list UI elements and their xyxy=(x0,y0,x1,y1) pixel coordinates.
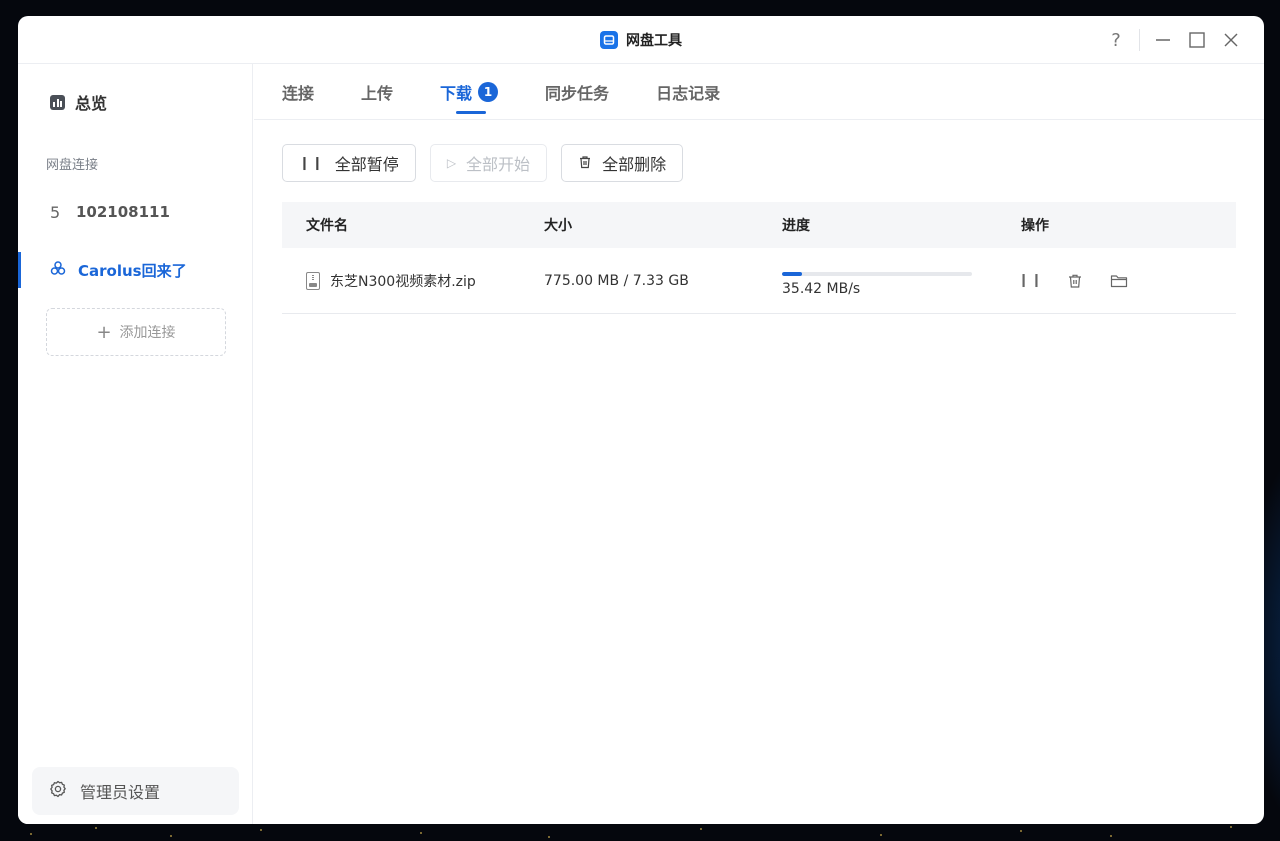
close-button[interactable] xyxy=(1214,23,1248,57)
trash-icon xyxy=(578,154,592,173)
sidebar-item-connection-active[interactable]: Carolus回来了 xyxy=(18,252,253,288)
download-count-badge: 1 xyxy=(478,81,499,102)
admin-settings-label: 管理员设置 xyxy=(80,783,161,802)
maximize-icon xyxy=(1189,32,1205,48)
table-header: 文件名 大小 进度 操作 xyxy=(282,202,1236,248)
gear-icon xyxy=(48,779,68,803)
tab-bar: 连接 上传 下载 1 同步任务 日志记录 xyxy=(254,64,1264,120)
controls-divider xyxy=(1139,29,1140,51)
app-window: 网盘工具 ? 总览 网盘连接 5 102108111 Carolus回来了 + … xyxy=(18,16,1264,824)
cloud-link-icon xyxy=(50,260,66,280)
delete-all-button[interactable]: 全部删除 xyxy=(561,144,684,182)
close-icon xyxy=(1224,33,1238,47)
add-connection-button[interactable]: + 添加连接 xyxy=(46,308,226,356)
add-connection-label: 添加连接 xyxy=(119,325,176,341)
tab-download[interactable]: 下载 1 xyxy=(440,64,499,120)
pause-icon: ❙❙ xyxy=(299,155,325,171)
zip-file-icon xyxy=(306,271,320,290)
delete-all-label: 全部删除 xyxy=(602,155,667,174)
folder-icon xyxy=(1110,274,1128,287)
sidebar-item-connection[interactable]: 5 102108111 xyxy=(18,194,253,230)
tab-logs[interactable]: 日志记录 xyxy=(656,64,720,120)
pause-icon: ❙❙ xyxy=(1018,273,1044,288)
actions-cell: ❙❙ xyxy=(997,271,1236,291)
number-5-icon: 5 xyxy=(50,202,61,222)
tab-label: 日志记录 xyxy=(656,83,721,103)
download-speed: 35.42 MB/s xyxy=(782,281,861,297)
table-row: 东芝N300视频素材.zip 775.00 MB / 7.33 GB 35.42… xyxy=(282,248,1236,314)
desktop-wallpaper xyxy=(0,821,1280,841)
sidebar-item-label: 102108111 xyxy=(76,203,170,221)
progress-bar xyxy=(782,272,972,276)
progress-bar-fill xyxy=(782,272,802,276)
play-icon: ▷ xyxy=(446,156,457,170)
main-panel: 连接 上传 下载 1 同步任务 日志记录 ❙❙ 全部暂停 ▷ 全部开始 全部删除… xyxy=(254,64,1264,824)
minimize-button[interactable] xyxy=(1146,23,1180,57)
pause-all-label: 全部暂停 xyxy=(334,155,399,174)
start-all-label: 全部开始 xyxy=(466,155,531,174)
column-header-progress: 进度 xyxy=(782,218,810,234)
column-header-size: 大小 xyxy=(544,218,572,234)
delete-button[interactable] xyxy=(1065,271,1085,291)
trash-icon xyxy=(1069,274,1081,288)
filename-text: 东芝N300视频素材.zip xyxy=(330,273,476,290)
active-tab-indicator xyxy=(456,110,487,114)
download-table: 文件名 大小 进度 操作 东芝N300视频素材.zip 775.00 MB / … xyxy=(282,202,1236,314)
plus-icon: + xyxy=(96,321,112,343)
title-bar: 网盘工具 ? xyxy=(18,16,1264,64)
start-all-button[interactable]: ▷ 全部开始 xyxy=(429,144,548,182)
tab-connect[interactable]: 连接 xyxy=(282,64,314,120)
tab-label: 下载 xyxy=(440,83,473,103)
tab-label: 连接 xyxy=(282,83,315,103)
overview-chart-icon xyxy=(50,94,65,110)
drive-app-icon xyxy=(600,31,618,49)
maximize-button[interactable] xyxy=(1180,23,1214,57)
tab-upload[interactable]: 上传 xyxy=(361,64,393,120)
tab-sync-tasks[interactable]: 同步任务 xyxy=(545,64,609,120)
pause-all-button[interactable]: ❙❙ 全部暂停 xyxy=(282,144,416,182)
admin-settings-button[interactable]: 管理员设置 xyxy=(32,767,239,815)
column-header-filename: 文件名 xyxy=(306,218,348,234)
open-folder-button[interactable] xyxy=(1109,271,1129,291)
window-controls: ? xyxy=(1099,16,1248,64)
sidebar-item-label: Carolus回来了 xyxy=(78,261,187,280)
filename-cell: 东芝N300视频素材.zip xyxy=(282,271,520,291)
sidebar-item-label: 总览 xyxy=(75,94,108,113)
tab-label: 同步任务 xyxy=(545,83,610,103)
help-button[interactable]: ? xyxy=(1099,23,1133,57)
size-cell: 775.00 MB / 7.33 GB xyxy=(544,272,689,289)
window-title: 网盘工具 xyxy=(626,33,682,49)
minimize-icon xyxy=(1156,39,1170,41)
title-group: 网盘工具 xyxy=(600,16,682,64)
column-header-actions: 操作 xyxy=(1021,218,1049,234)
tab-label: 上传 xyxy=(361,83,394,103)
sidebar-section-title: 网盘连接 xyxy=(46,158,99,173)
sidebar-item-overview[interactable]: 总览 xyxy=(50,90,107,114)
pause-button[interactable]: ❙❙ xyxy=(1018,271,1044,291)
download-toolbar: ❙❙ 全部暂停 ▷ 全部开始 全部删除 xyxy=(282,144,684,182)
sidebar: 总览 网盘连接 5 102108111 Carolus回来了 + 添加连接 管理… xyxy=(18,64,253,824)
progress-cell: 35.42 MB/s xyxy=(758,264,997,297)
